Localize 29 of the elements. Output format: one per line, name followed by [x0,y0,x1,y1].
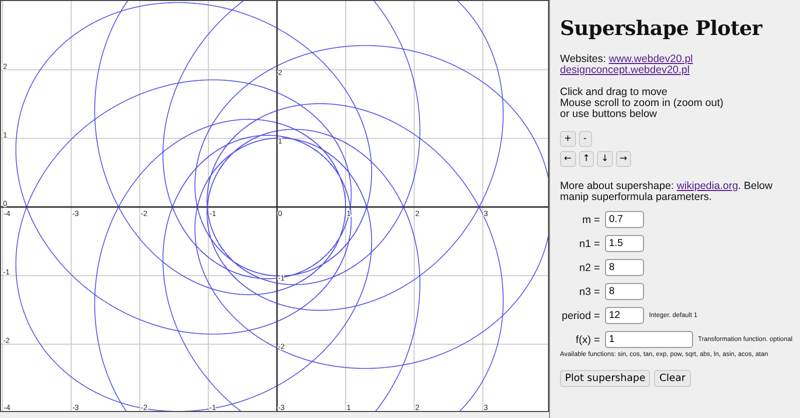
websites-label: Websites: [560,53,606,65]
move-button[interactable]: ↑ [578,151,594,167]
parameter-label: period = [560,310,600,322]
action-button[interactable]: Plot supershape [560,370,650,387]
zoom-button[interactable]: - [578,131,592,147]
website-link[interactable]: designconcept.webdev20.pl [560,64,690,76]
wikipedia-link[interactable]: wikipedia.org [676,180,738,192]
instruction-text: or use buttons below [560,109,658,120]
number-field[interactable]: 8 [605,283,644,300]
parameter-label: n3 = [578,286,600,298]
number-field[interactable]: 12 [605,307,644,324]
number-field[interactable]: 0.7 [605,211,644,228]
move-button[interactable]: → [616,151,632,167]
parameter-label: f(x) = [574,334,600,346]
move-button[interactable]: ↓ [597,151,613,167]
move-button[interactable]: ← [560,151,576,167]
action-button[interactable]: Clear [654,370,691,387]
instruction-text: Mouse scroll to zoom in (zoom out) [560,98,724,109]
number-field[interactable]: 1.5 [605,235,644,252]
about-text: More about supershape: wikipedia.org. Below manip superformula parameters. [560,181,774,203]
parameter-label: n2 = [578,262,600,274]
number-field[interactable]: 8 [605,259,644,276]
parameter-label: m = [581,214,600,226]
function-field[interactable]: 1 [605,331,693,348]
instruction-text: Click and drag to move [560,87,668,98]
zoom-button[interactable]: + [560,131,576,147]
parameter-label: n1 = [578,238,600,250]
website-link[interactable]: www.webdev20.pl [608,53,693,65]
app-title: Supershape Ploter [560,16,764,40]
